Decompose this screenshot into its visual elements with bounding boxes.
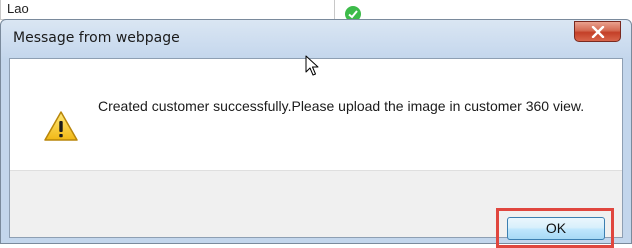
close-button[interactable] [574,21,621,42]
dialog-content: Created customer successfully.Please upl… [9,58,623,248]
message-dialog: Message from webpage Created customer su… [0,19,632,248]
background-text-input[interactable]: Lao [0,0,335,20]
mouse-cursor-icon [305,55,319,76]
warning-icon [44,111,78,141]
close-icon [591,25,604,38]
dialog-message: Created customer successfully.Please upl… [98,98,585,114]
ok-button[interactable]: OK [507,217,605,240]
dialog-titlebar[interactable]: Message from webpage [1,20,631,54]
dialog-footer: OK [10,170,622,248]
dialog-title: Message from webpage [13,30,180,46]
